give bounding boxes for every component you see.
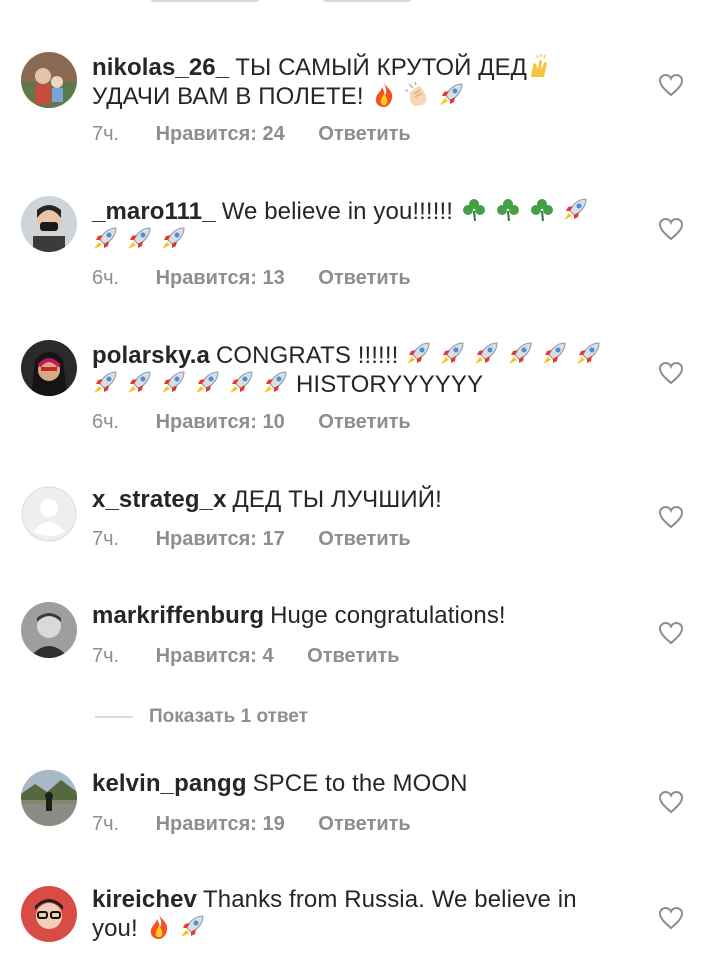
like-heart-icon[interactable] xyxy=(658,505,684,529)
avatar[interactable] xyxy=(21,886,77,942)
like-heart-icon[interactable] xyxy=(658,906,684,930)
comment-username[interactable]: kelvin_pangg xyxy=(92,770,247,797)
comment-text-tail: HISTORYYYYYY xyxy=(296,371,484,398)
rocket-icon xyxy=(126,370,154,396)
avatar[interactable] xyxy=(21,52,77,108)
rocket-icon xyxy=(473,341,501,367)
rocket-icon xyxy=(160,370,188,396)
rocket-icon xyxy=(439,341,467,367)
comment-text: SPCE to the MOON xyxy=(252,770,468,797)
reply-button[interactable]: Ответить xyxy=(318,813,410,835)
comment-time: 7ч. xyxy=(92,813,120,835)
like-count-button[interactable]: Нравится: 13 xyxy=(156,267,285,289)
rocket-icon xyxy=(92,370,120,396)
comment-time: 7ч. xyxy=(92,528,120,550)
rocket-icon xyxy=(405,341,433,367)
show-replies-button[interactable]: Показать 1 ответ xyxy=(95,706,308,728)
avatar-placeholder[interactable] xyxy=(21,486,77,542)
comment-username[interactable]: markriffenburg xyxy=(92,602,264,629)
reply-button[interactable]: Ответить xyxy=(318,123,410,145)
rocket-icon xyxy=(262,370,290,396)
comment-text-line2: УДАЧИ ВАМ В ПОЛЕТЕ! xyxy=(92,83,364,110)
shamrock-icon xyxy=(494,197,522,223)
avatar[interactable] xyxy=(21,196,77,252)
clapping-hands-icon xyxy=(404,82,432,108)
like-count-button[interactable]: Нравится: 4 xyxy=(156,645,274,667)
comment-username[interactable]: polarsky.a xyxy=(92,342,210,369)
comment-text-line2: you! xyxy=(92,915,138,942)
rocket-icon xyxy=(438,82,466,108)
comment-text: We believe in you!!!!!! xyxy=(221,198,453,225)
rocket-icon xyxy=(179,914,207,940)
rocket-icon xyxy=(126,226,154,252)
reply-button[interactable]: Ответить xyxy=(307,645,399,667)
comment-text: ДЕД ТЫ ЛУЧШИЙ! xyxy=(232,486,442,513)
like-heart-icon[interactable] xyxy=(658,217,684,241)
comment-username[interactable]: _maro111_ xyxy=(92,198,216,225)
avatar[interactable] xyxy=(21,770,77,826)
shamrock-icon xyxy=(460,197,488,223)
rocket-icon xyxy=(228,370,256,396)
like-count-button[interactable]: Нравится: 19 xyxy=(156,813,285,835)
comment-text: CONGRATS !!!!!! xyxy=(215,342,399,369)
rocket-icon xyxy=(194,370,222,396)
rocket-icon xyxy=(575,341,603,367)
avatar[interactable] xyxy=(21,602,77,658)
comment-text: Thanks from Russia. We believe in xyxy=(202,886,577,913)
fire-icon xyxy=(145,914,173,940)
rocket-icon xyxy=(507,341,535,367)
previous-comment-fragment xyxy=(0,0,720,10)
raising-hands-icon xyxy=(527,53,555,79)
comment-username[interactable]: kireichev xyxy=(92,886,197,913)
reply-button[interactable]: Ответить xyxy=(318,528,410,550)
rocket-icon xyxy=(92,226,120,252)
avatar[interactable] xyxy=(21,340,77,396)
shamrock-icon xyxy=(528,197,556,223)
comment-time: 6ч. xyxy=(92,267,120,289)
like-heart-icon[interactable] xyxy=(658,361,684,385)
replies-divider-line xyxy=(95,715,133,718)
comment-time: 7ч. xyxy=(92,645,120,667)
fire-icon xyxy=(370,82,398,108)
reply-button[interactable]: Ответить xyxy=(318,411,410,433)
rocket-icon xyxy=(562,197,590,223)
rocket-icon xyxy=(541,341,569,367)
like-heart-icon[interactable] xyxy=(658,790,684,814)
like-count-button[interactable]: Нравится: 10 xyxy=(156,411,285,433)
reply-button[interactable]: Ответить xyxy=(318,267,410,289)
show-replies-label: Показать 1 ответ xyxy=(149,706,308,727)
like-count-button[interactable]: Нравится: 17 xyxy=(156,528,285,550)
like-heart-icon[interactable] xyxy=(658,621,684,645)
like-count-button[interactable]: Нравится: 24 xyxy=(156,123,285,145)
comment-time: 7ч. xyxy=(92,123,120,145)
comment-time: 6ч. xyxy=(92,411,120,433)
like-heart-icon[interactable] xyxy=(658,73,684,97)
comment-text: ТЫ САМЫЙ КРУТОЙ ДЕД xyxy=(235,54,528,81)
comment-text: Huge congratulations! xyxy=(270,602,506,629)
comment-username[interactable]: nikolas_26_ xyxy=(92,54,229,81)
rocket-icon xyxy=(160,226,188,252)
comment-username[interactable]: x_strateg_x xyxy=(92,486,227,513)
